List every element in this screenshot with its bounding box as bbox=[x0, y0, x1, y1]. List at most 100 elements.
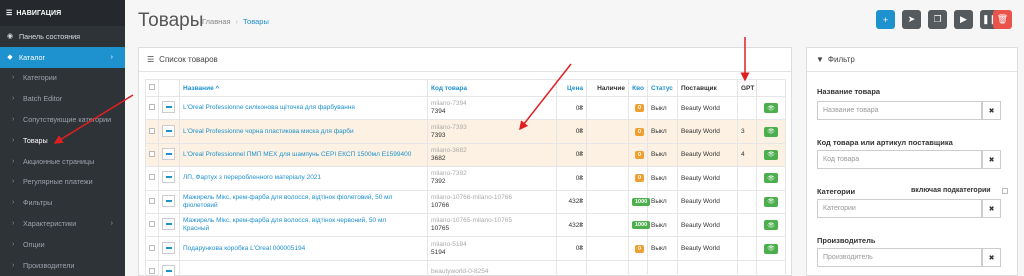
row-status-cell: Выкл bbox=[647, 142, 678, 168]
arrow-icon: › bbox=[12, 261, 15, 269]
eye-icon: 👁 bbox=[767, 199, 775, 206]
row-checkbox[interactable] bbox=[149, 244, 155, 251]
row-select-cell[interactable] bbox=[145, 142, 159, 168]
row-action-cell: 👁 bbox=[756, 189, 786, 214]
enable-button[interactable]: ▶ bbox=[954, 10, 973, 29]
send-button[interactable]: ➤ bbox=[902, 10, 921, 29]
qty-badge: 0 bbox=[634, 174, 644, 183]
row-name-cell[interactable]: ЛП, Фартух з переробленного матеріалу 20… bbox=[179, 166, 428, 191]
row-checkbox[interactable] bbox=[149, 174, 155, 181]
view-button[interactable]: 👁 bbox=[764, 149, 778, 160]
product-code-alt: milano-7392 bbox=[431, 170, 467, 178]
sidebar-item-batch-editor[interactable]: › Batch Editor bbox=[0, 88, 125, 109]
view-button[interactable]: 👁 bbox=[764, 196, 778, 207]
col-price-header[interactable]: Цена bbox=[556, 79, 587, 97]
row-name-cell[interactable]: Подарункова коробка L'Oreal 000005194 bbox=[179, 236, 428, 261]
eye-icon: 👁 bbox=[767, 246, 775, 253]
filter-code-input[interactable]: Код товара bbox=[817, 150, 982, 169]
row-name-cell[interactable]: Мажирель Мікс, крем-фарба для волосся, в… bbox=[179, 212, 428, 238]
row-supplier-cell: Beauty World bbox=[677, 236, 738, 261]
product-thumbnail bbox=[162, 124, 175, 137]
filter-name-clear-button[interactable]: ✖ bbox=[982, 101, 1001, 120]
copy-button[interactable]: ❐ bbox=[928, 10, 947, 29]
product-name-link[interactable]: L'Oreal Professionnel ПМП MEX для шампун… bbox=[183, 151, 411, 158]
row-price-cell: 0₴ bbox=[556, 142, 587, 168]
filter-name-input[interactable]: Название товара bbox=[817, 101, 982, 120]
row-select-cell[interactable] bbox=[145, 212, 159, 238]
select-all-cell[interactable] bbox=[145, 79, 159, 97]
row-qty-cell: 0 bbox=[628, 236, 648, 261]
sidebar-item-label: Панель состояния bbox=[19, 31, 81, 41]
col-name-header[interactable]: Название ^ bbox=[179, 79, 428, 97]
row-select-cell[interactable] bbox=[145, 166, 159, 191]
row-select-cell[interactable] bbox=[145, 259, 159, 276]
product-name-continued[interactable]: фіолетовий bbox=[183, 202, 218, 209]
sidebar-item-manufacturers[interactable]: › Производители bbox=[0, 255, 125, 276]
product-list-header: ☰ Список товаров bbox=[139, 48, 791, 72]
sidebar-item-recurring-payments[interactable]: › Регулярные платежи bbox=[0, 172, 125, 193]
product-name-link[interactable]: Мажирель Мікс, крем-фарба для волосся, в… bbox=[183, 194, 392, 201]
breadcrumb-current[interactable]: Товары bbox=[243, 17, 269, 26]
add-button[interactable]: + bbox=[876, 10, 895, 29]
row-checkbox[interactable] bbox=[149, 150, 155, 157]
row-name-cell[interactable]: L'Oreal Professionnel ПМП MEX для шампун… bbox=[179, 142, 428, 168]
sidebar-item-catalog[interactable]: ◆ Каталог › bbox=[0, 46, 125, 68]
row-select-cell[interactable] bbox=[145, 189, 159, 214]
filter-category-clear-button[interactable]: ✖ bbox=[982, 199, 1001, 218]
sidebar-item-label: Характеристики bbox=[23, 219, 77, 229]
sidebar-item-attributes[interactable]: › Характеристики › bbox=[0, 213, 125, 234]
sidebar-item-promo-pages[interactable]: › Акционные страницы bbox=[0, 151, 125, 172]
product-name-link[interactable]: Мажирель Мікс, крем-фарба для волосся, в… bbox=[183, 217, 386, 224]
product-name-link[interactable]: ЛП, Фартух з переробленного матеріалу 20… bbox=[183, 174, 321, 181]
view-button[interactable]: 👁 bbox=[764, 220, 778, 231]
view-button[interactable]: 👁 bbox=[764, 126, 778, 137]
view-button[interactable]: 👁 bbox=[764, 173, 778, 184]
row-checkbox[interactable] bbox=[149, 221, 155, 228]
row-checkbox[interactable] bbox=[149, 197, 155, 204]
row-code-cell: milano-7392 7392 bbox=[427, 166, 557, 191]
breadcrumb-home[interactable]: Главная bbox=[202, 17, 231, 26]
row-select-cell[interactable] bbox=[145, 95, 159, 121]
sidebar-item-filters[interactable]: › Фильтры bbox=[0, 192, 125, 213]
col-code-header[interactable]: Код товара bbox=[427, 79, 557, 97]
row-image-cell bbox=[158, 142, 180, 168]
filter-manufacturer-input[interactable]: Производитель bbox=[817, 248, 982, 267]
filter-manufacturer-clear-button[interactable]: ✖ bbox=[982, 248, 1001, 267]
product-code: 7393 bbox=[431, 131, 446, 139]
sidebar-item-options[interactable]: › Опции bbox=[0, 234, 125, 255]
sidebar-item-related-categories[interactable]: › Сопутствующие категории bbox=[0, 109, 125, 130]
row-name-cell[interactable]: L'Oreal Professionne чорна пластикова ми… bbox=[179, 119, 428, 144]
row-name-cell[interactable]: Мажирель Мікс, крем-фарба для волосся, в… bbox=[179, 189, 428, 214]
product-name-continued[interactable]: Красный bbox=[183, 225, 209, 232]
row-name-cell[interactable]: L'Oreal Professionne силіконова щіточка … bbox=[179, 95, 428, 121]
row-select-cell[interactable] bbox=[145, 119, 159, 144]
col-qty-header[interactable]: Кво bbox=[628, 79, 648, 97]
filter-category-input[interactable]: Категории bbox=[817, 199, 982, 218]
row-checkbox[interactable] bbox=[149, 267, 155, 274]
sidebar: ☰ НАВИГАЦИЯ ◉ Панель состояния ◆ Каталог… bbox=[0, 0, 125, 276]
play-icon: ▶ bbox=[960, 14, 967, 24]
product-name-link[interactable]: L'Oreal Professionne силіконова щіточка … bbox=[183, 104, 355, 111]
filter-subcategory-checkbox[interactable] bbox=[1002, 188, 1008, 194]
view-button[interactable]: 👁 bbox=[764, 243, 778, 254]
row-select-cell[interactable] bbox=[145, 236, 159, 261]
select-all-checkbox[interactable] bbox=[149, 84, 155, 90]
delete-button[interactable]: 🗑 bbox=[993, 10, 1012, 29]
sidebar-item-products[interactable]: › Товары bbox=[0, 130, 125, 151]
view-button[interactable]: 👁 bbox=[764, 103, 778, 114]
row-code-cell: milano-7393 7393 bbox=[427, 119, 557, 144]
filter-code-clear-button[interactable]: ✖ bbox=[982, 150, 1001, 169]
qty-badge: 0 bbox=[634, 150, 644, 159]
col-status-header[interactable]: Статус bbox=[647, 79, 678, 97]
close-icon: ✖ bbox=[988, 205, 995, 213]
product-name-link[interactable]: L'Oreal Professionne чорна пластикова ми… bbox=[183, 128, 354, 135]
row-supplier-cell: Beauty World bbox=[677, 189, 738, 214]
row-checkbox[interactable] bbox=[149, 127, 155, 134]
row-checkbox[interactable] bbox=[149, 104, 155, 111]
sidebar-item-categories[interactable]: › Категории bbox=[0, 68, 125, 89]
sidebar-item-dashboard[interactable]: ◉ Панель состояния bbox=[0, 26, 125, 47]
product-name-link[interactable]: Подарункова коробка L'Oreal 000005194 bbox=[183, 245, 305, 252]
product-thumbnail bbox=[162, 241, 175, 254]
row-availability-cell bbox=[586, 166, 629, 191]
row-name-cell[interactable] bbox=[179, 259, 428, 276]
